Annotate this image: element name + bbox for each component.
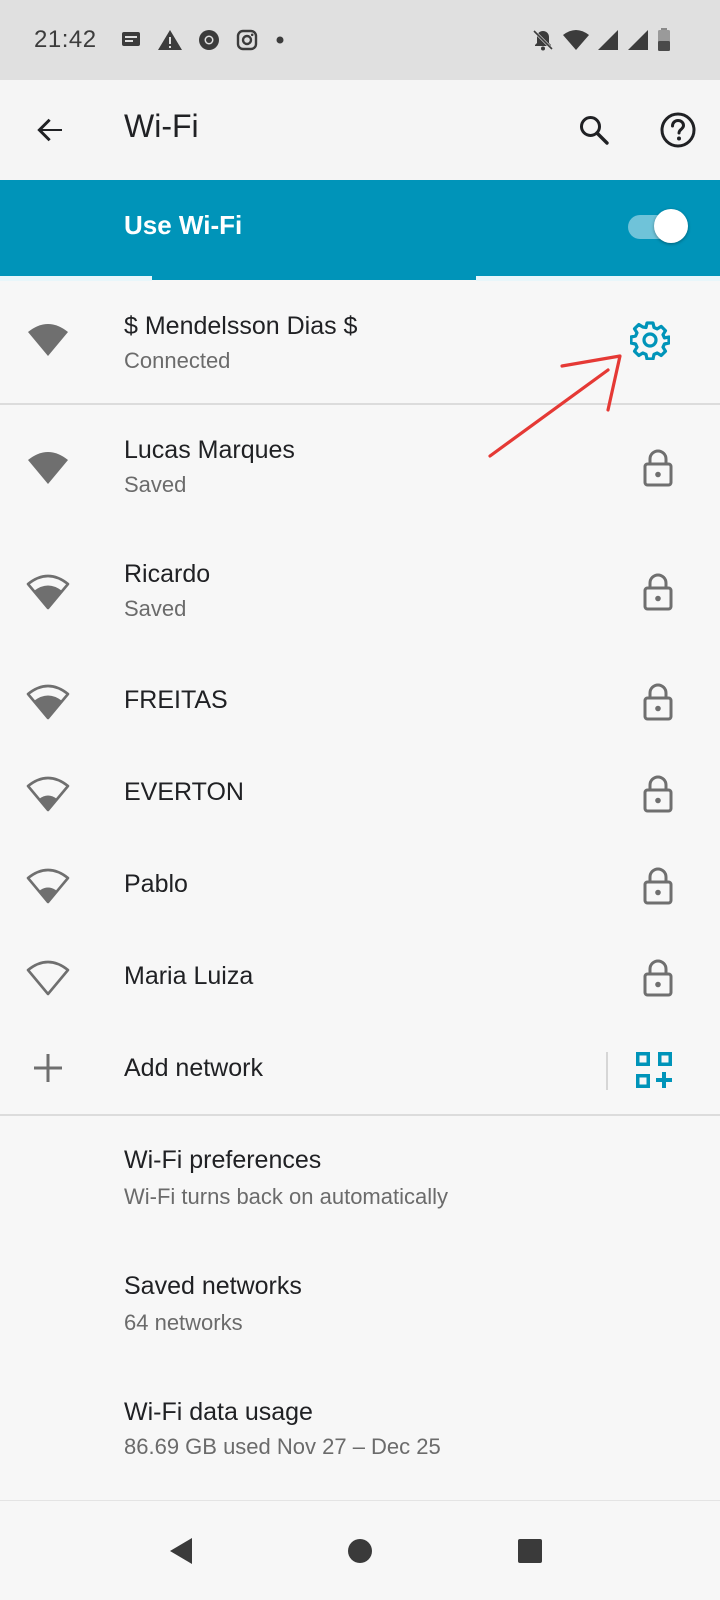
wifi-data-usage-item[interactable]: Wi-Fi data usage 86.69 GB used Nov 27 – … (0, 1366, 720, 1490)
nav-back-button[interactable] (154, 1523, 210, 1579)
wifi-signal-full-icon (26, 318, 70, 362)
saved-networks-item[interactable]: Saved networks 64 networks (0, 1240, 720, 1366)
page-title: Wi-Fi (124, 108, 199, 144)
search-button[interactable] (570, 106, 618, 154)
preference-title: Saved networks (124, 1272, 302, 1300)
lock-icon (638, 772, 678, 816)
network-row[interactable]: Lucas Marques Saved (0, 406, 720, 530)
lock-icon (638, 680, 678, 724)
status-system-icons (530, 0, 672, 80)
chrome-icon (197, 28, 221, 52)
status-time: 21:42 (34, 26, 97, 53)
bell-off-icon (530, 27, 556, 53)
battery-icon (656, 27, 672, 53)
wifi-signal-full-icon (26, 446, 70, 490)
wifi-signal-one-bar-icon (26, 956, 70, 1000)
message-icon (119, 28, 143, 52)
scan-qr-button[interactable] (630, 1046, 680, 1096)
lock-icon (638, 956, 678, 1000)
preference-title: Wi-Fi preferences (124, 1146, 322, 1174)
wifi-signal-two-bars-icon (26, 772, 70, 816)
network-name: Maria Luiza (124, 962, 254, 990)
network-name: Pablo (124, 870, 188, 898)
network-name: Lucas Marques (124, 436, 295, 464)
preference-title: Wi-Fi data usage (124, 1398, 313, 1426)
wifi-signal-three-bars-icon (26, 680, 70, 724)
preference-subtitle: 86.69 GB used Nov 27 – Dec 25 (124, 1434, 441, 1459)
search-icon (580, 116, 609, 145)
network-name: $ Mendelsson Dias $ (124, 312, 358, 340)
arrow-back-icon (37, 118, 62, 142)
lock-icon (638, 570, 678, 614)
lock-icon (638, 446, 678, 490)
wifi-signal-icon (562, 28, 590, 52)
add-network-row[interactable]: Add network (0, 1024, 720, 1114)
network-settings-button[interactable] (630, 318, 670, 362)
network-status: Connected (124, 348, 231, 373)
nav-back-icon (170, 1538, 192, 1564)
app-bar: Wi-Fi (0, 80, 720, 180)
use-wifi-label: Use Wi-Fi (124, 210, 243, 240)
wifi-preferences-item[interactable]: Wi-Fi preferences Wi-Fi turns back on au… (0, 1116, 720, 1240)
network-row[interactable]: EVERTON (0, 748, 720, 840)
qr-divider (606, 1052, 608, 1090)
preference-subtitle: 64 networks (124, 1310, 243, 1335)
use-wifi-banner[interactable]: Use Wi-Fi (0, 180, 720, 280)
lock-icon (638, 864, 678, 908)
add-network-label: Add network (124, 1054, 263, 1082)
status-bar: 21:42 (0, 0, 720, 80)
nav-recents-icon (518, 1539, 542, 1563)
cell-signal-icon (626, 28, 650, 52)
use-wifi-toggle[interactable] (628, 209, 688, 243)
network-row[interactable]: FREITAS (0, 656, 720, 748)
network-name: Ricardo (124, 560, 211, 588)
network-name: FREITAS (124, 686, 228, 714)
wifi-signal-two-bars-icon (26, 864, 70, 908)
network-name: EVERTON (124, 778, 244, 806)
network-row[interactable]: Maria Luiza (0, 932, 720, 1024)
dot-icon (273, 28, 287, 52)
cell-signal-icon (596, 28, 620, 52)
network-row[interactable]: Pablo (0, 840, 720, 932)
network-status: Saved (124, 472, 187, 497)
network-status: Saved (124, 596, 187, 621)
warning-icon (157, 28, 183, 52)
help-icon (660, 112, 696, 148)
help-button[interactable] (654, 106, 702, 154)
nav-home-button[interactable] (332, 1523, 388, 1579)
nav-home-icon (348, 1539, 372, 1563)
status-notification-icons (119, 28, 287, 52)
network-row[interactable]: Ricardo Saved (0, 530, 720, 656)
connected-network-row[interactable]: $ Mendelsson Dias $ Connected (0, 280, 720, 404)
qr-code-add-icon (636, 1052, 672, 1088)
plus-icon (26, 1046, 70, 1090)
instagram-icon (235, 28, 259, 52)
gear-icon (630, 321, 670, 360)
wifi-signal-three-bars-icon (26, 570, 70, 614)
navigation-bar (0, 1500, 720, 1600)
toggle-thumb (654, 209, 688, 243)
divider (0, 403, 720, 405)
nav-recents-button[interactable] (502, 1523, 558, 1579)
preference-subtitle: Wi-Fi turns back on automatically (124, 1184, 448, 1209)
back-button[interactable] (26, 106, 74, 154)
